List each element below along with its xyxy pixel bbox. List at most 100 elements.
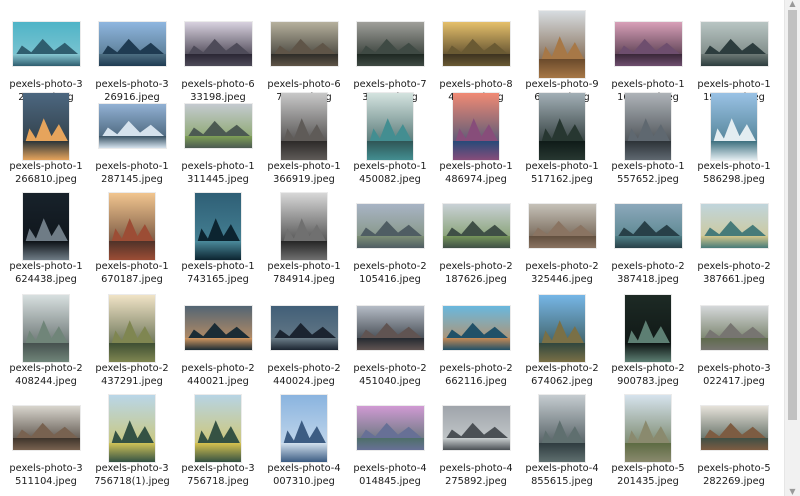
thumbnail-ground <box>614 53 682 66</box>
thumbnail-area <box>265 92 343 160</box>
file-tile[interactable]: pexels-photo-1 784914.jpeg <box>261 192 347 292</box>
file-tile[interactable]: pexels-photo-2 440021.jpeg <box>175 296 261 394</box>
thumbnail-area <box>695 296 773 360</box>
file-tile[interactable]: pexels-photo-2 662116.jpeg <box>433 296 519 394</box>
file-name-label: pexels-photo-2 325446.jpeg <box>525 261 599 285</box>
file-name-label: pexels-photo-1 670187.jpeg <box>95 261 169 285</box>
file-tile[interactable]: pexels-photo-4 014845.jpeg <box>347 396 433 494</box>
file-tile[interactable]: pexels-photo-1 311445.jpeg <box>175 94 261 192</box>
image-thumbnail <box>700 406 768 450</box>
file-tile[interactable]: pexels-photo-1 743165.jpeg <box>175 192 261 292</box>
image-thumbnail <box>356 204 424 248</box>
file-name-label: pexels-photo-3 511104.jpeg <box>9 463 83 487</box>
thumbnail-area <box>179 192 257 260</box>
chevron-down-icon[interactable]: ▼ <box>788 488 797 496</box>
chevron-up-icon[interactable]: ▲ <box>788 0 797 8</box>
thumbnail-area <box>695 194 773 258</box>
file-name-label: pexels-photo-2 674062.jpeg <box>525 363 599 387</box>
file-name-label: pexels-photo-1 486974.jpeg <box>439 161 513 185</box>
image-thumbnail <box>109 294 155 362</box>
image-thumbnail <box>184 104 252 148</box>
file-tile[interactable]: pexels-photo-2 105416.jpeg <box>347 194 433 292</box>
file-tile[interactable]: pexels-photo-4 855615.jpeg <box>519 394 605 494</box>
image-thumbnail <box>195 192 241 260</box>
file-name-label: pexels-photo-4 014845.jpeg <box>353 463 427 487</box>
image-thumbnail <box>539 394 585 462</box>
file-tile[interactable]: pexels-photo-2 325446.jpeg <box>519 194 605 292</box>
image-thumbnail <box>98 104 166 148</box>
scrollbar-thumb[interactable] <box>788 10 797 420</box>
thumbnail-area <box>351 296 429 360</box>
file-name-label: pexels-photo-2 451040.jpeg <box>353 363 427 387</box>
image-thumbnail <box>184 306 252 350</box>
file-tile[interactable]: pexels-photo-2 387661.jpeg <box>691 194 777 292</box>
thumbnail-ground <box>700 53 768 66</box>
file-tile[interactable]: pexels-photo-2 408244.jpeg <box>3 294 89 394</box>
image-thumbnail <box>356 306 424 350</box>
thumbnail-ground <box>700 337 768 350</box>
file-tile[interactable]: pexels-photo-3 756718.jpeg <box>175 394 261 494</box>
image-thumbnail <box>281 92 327 160</box>
thumbnail-area <box>265 12 343 76</box>
file-tile[interactable]: pexels-photo-3 511104.jpeg <box>3 396 89 494</box>
file-name-label: pexels-photo-5 282269.jpeg <box>697 463 771 487</box>
file-name-label: pexels-photo-5 201435.jpeg <box>611 463 685 487</box>
thumbnail-area <box>93 394 171 462</box>
thumbnail-area <box>7 396 85 460</box>
image-thumbnail <box>625 394 671 462</box>
file-name-label: pexels-photo-4 855615.jpeg <box>525 463 599 487</box>
thumbnail-ground <box>700 437 768 450</box>
thumbnail-ground <box>270 53 338 66</box>
file-name-label: pexels-photo-2 387661.jpeg <box>697 261 771 285</box>
file-tile[interactable]: pexels-photo-5 282269.jpeg <box>691 396 777 494</box>
thumbnail-area <box>609 194 687 258</box>
file-tile[interactable]: pexels-photo-3 022417.jpeg <box>691 296 777 394</box>
image-thumbnail <box>442 22 510 66</box>
thumbnail-ground <box>356 235 424 248</box>
thumbnail-area <box>523 92 601 160</box>
file-tile[interactable]: pexels-photo-1 450082.jpeg <box>347 92 433 192</box>
file-tile[interactable]: pexels-photo-1 517162.jpeg <box>519 92 605 192</box>
image-thumbnail <box>614 204 682 248</box>
thumbnail-ground <box>98 53 166 66</box>
file-tile[interactable]: pexels-photo-5 201435.jpeg <box>605 394 691 494</box>
file-name-label: pexels-photo-3 756718(1).jpeg <box>94 463 170 487</box>
image-thumbnail <box>711 92 757 160</box>
image-thumbnail <box>184 22 252 66</box>
image-thumbnail <box>281 394 327 462</box>
file-tile[interactable]: pexels-photo-2 674062.jpeg <box>519 294 605 394</box>
thumbnail-ground <box>23 240 69 260</box>
image-thumbnail <box>442 306 510 350</box>
file-name-label: pexels-photo-1 266810.jpeg <box>9 161 83 185</box>
file-tile[interactable]: pexels-photo-1 486974.jpeg <box>433 92 519 192</box>
thumbnail-area <box>7 92 85 160</box>
file-tile[interactable]: pexels-photo-1 557652.jpeg <box>605 92 691 192</box>
file-tile[interactable]: pexels-photo-1 586298.jpeg <box>691 92 777 192</box>
file-tile[interactable]: pexels-photo-3 756718(1).jpeg <box>89 394 175 494</box>
image-thumbnail <box>270 22 338 66</box>
vertical-scrollbar[interactable]: ▲ ▼ <box>784 0 800 496</box>
file-tile[interactable]: pexels-photo-1 287145.jpeg <box>89 94 175 192</box>
thumbnail-ground <box>12 437 80 450</box>
file-tile[interactable]: pexels-photo-1 266810.jpeg <box>3 92 89 192</box>
thumbnail-ground <box>98 135 166 148</box>
file-name-label: pexels-photo-2 662116.jpeg <box>439 363 513 387</box>
file-tile[interactable]: pexels-photo-2 437291.jpeg <box>89 294 175 394</box>
file-tile[interactable]: pexels-photo-4 007310.jpeg <box>261 394 347 494</box>
file-tile[interactable]: pexels-photo-1 366919.jpeg <box>261 92 347 192</box>
file-tile[interactable]: pexels-photo-4 275892.jpeg <box>433 396 519 494</box>
file-tile[interactable]: pexels-photo-1 670187.jpeg <box>89 192 175 292</box>
file-tile[interactable]: pexels-photo-2 451040.jpeg <box>347 296 433 394</box>
thumbnail-ground <box>711 140 757 160</box>
image-thumbnail <box>442 204 510 248</box>
thumbnail-ground <box>367 140 413 160</box>
file-tile[interactable]: pexels-photo-1 624438.jpeg <box>3 192 89 292</box>
thumbnail-ground <box>442 235 510 248</box>
file-tile[interactable]: pexels-photo-2 187626.jpeg <box>433 194 519 292</box>
file-tile[interactable]: pexels-photo-2 900783.jpeg <box>605 294 691 394</box>
thumbnail-ground <box>625 442 671 462</box>
image-thumbnail <box>12 22 80 66</box>
file-tile[interactable]: pexels-photo-2 440024.jpeg <box>261 296 347 394</box>
file-tile[interactable]: pexels-photo-2 387418.jpeg <box>605 194 691 292</box>
image-thumbnail <box>539 294 585 362</box>
